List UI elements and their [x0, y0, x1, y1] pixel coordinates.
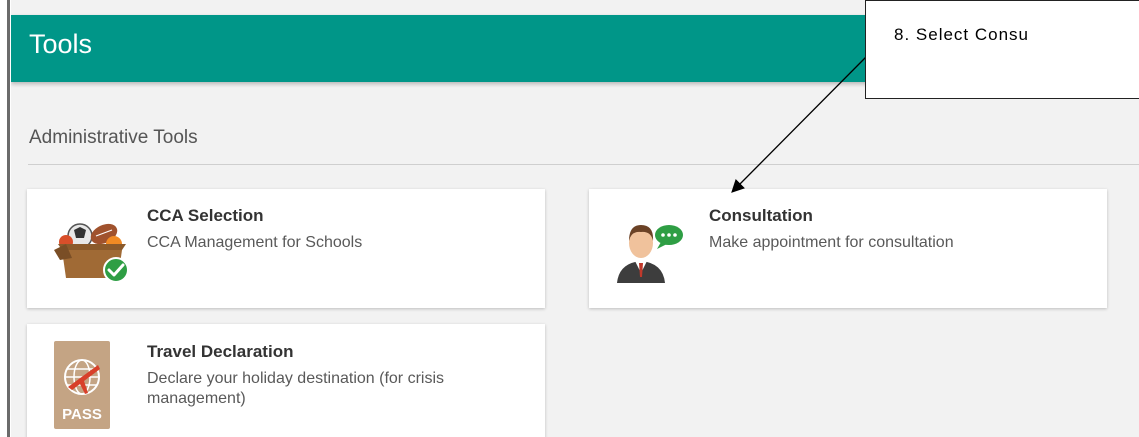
callout-text: 8. Select Consu [894, 25, 1030, 44]
instruction-callout: 8. Select Consu [865, 0, 1139, 99]
